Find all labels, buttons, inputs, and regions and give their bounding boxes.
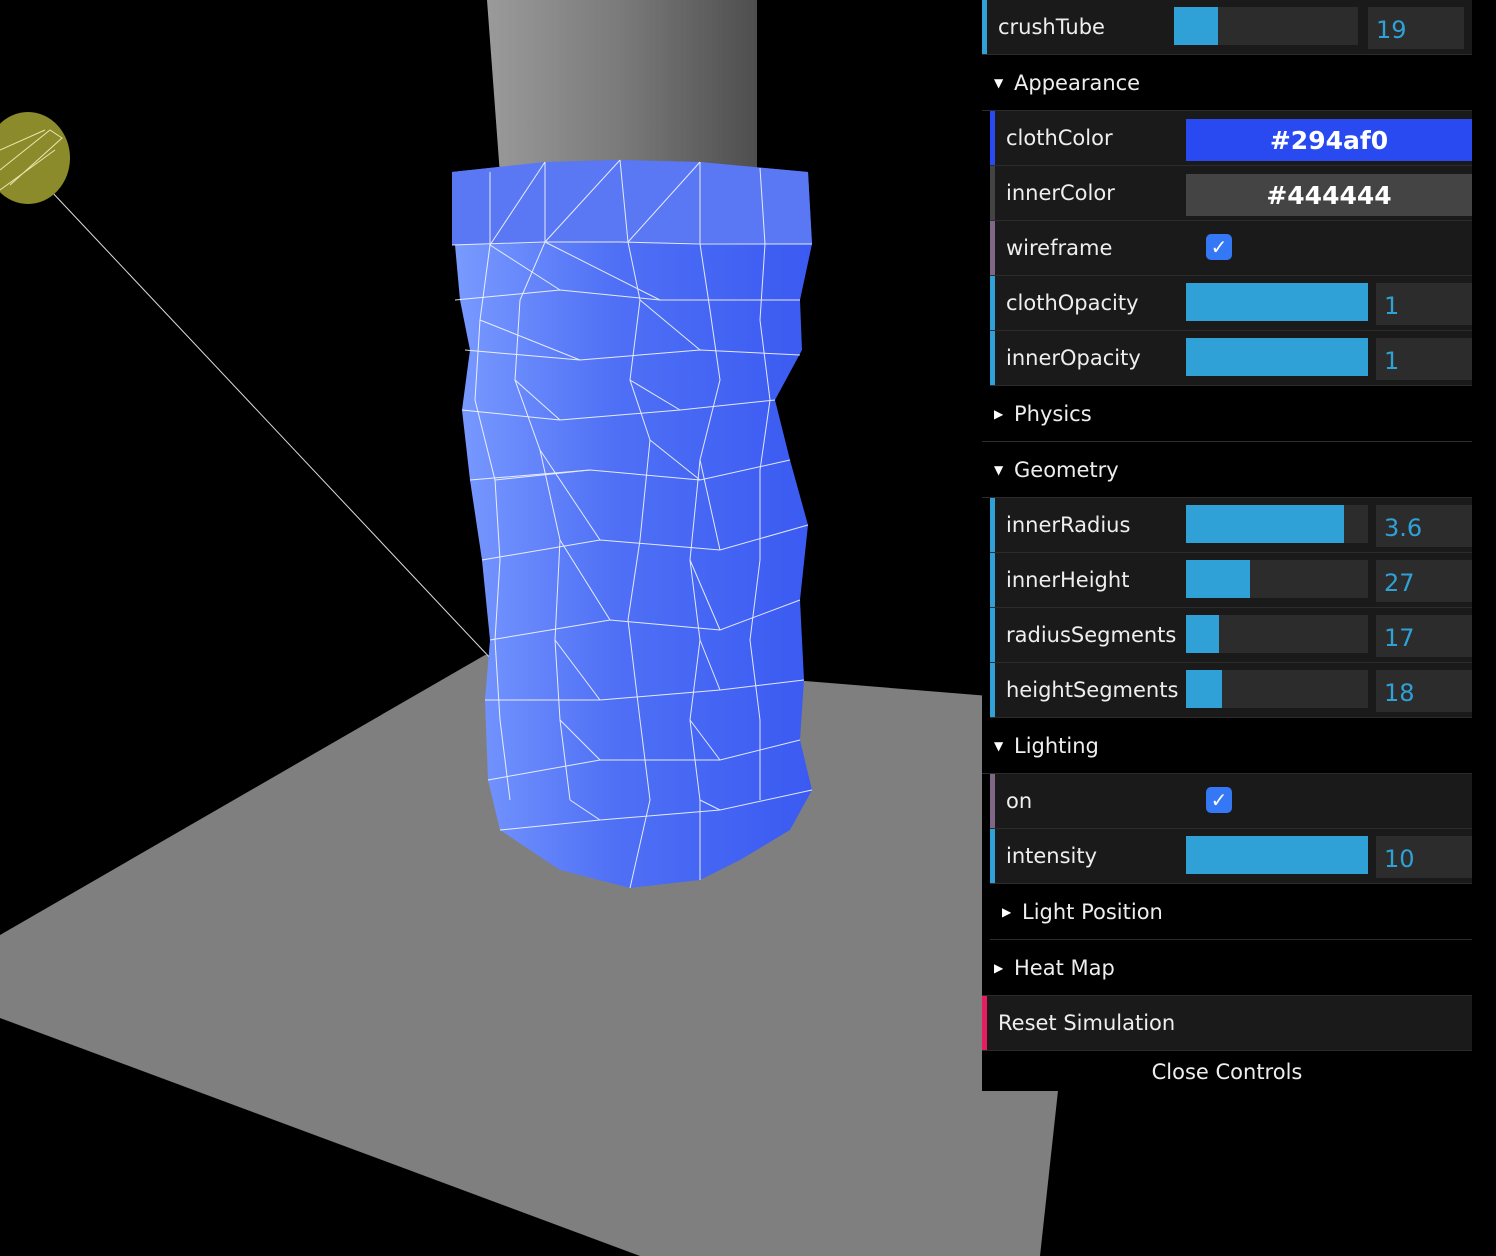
height-segments-control: heightSegments 18 — [990, 663, 1472, 718]
heat-map-folder[interactable]: ▶ Heat Map — [982, 940, 1472, 996]
inner-height-slider[interactable] — [1186, 560, 1368, 598]
reset-stripe — [982, 996, 987, 1050]
crush-tube-input[interactable]: 19 — [1368, 7, 1464, 49]
wireframe-control: wireframe ✓ — [990, 221, 1472, 276]
intensity-label: intensity — [1006, 844, 1098, 868]
cloth-opacity-input[interactable]: 1 — [1376, 283, 1472, 325]
inner-cylinder — [487, 0, 757, 175]
controls-panel: crushTube 19 ▼ Appearance clothColor #29… — [982, 0, 1472, 1091]
inner-radius-label: innerRadius — [1006, 513, 1131, 537]
intensity-stripe — [990, 829, 995, 883]
inner-height-stripe — [990, 553, 995, 607]
inner-opacity-label: innerOpacity — [1006, 346, 1141, 370]
inner-height-slider-fill — [1186, 560, 1250, 598]
inner-height-label: innerHeight — [1006, 568, 1130, 592]
inner-color-label: innerColor — [1006, 181, 1115, 205]
crush-tube-control: crushTube 19 — [982, 0, 1472, 55]
cloth-opacity-slider-fill — [1186, 283, 1368, 321]
light-on-control: on ✓ — [990, 774, 1472, 829]
inner-height-input[interactable]: 27 — [1376, 560, 1472, 602]
inner-color-swatch[interactable]: #444444 — [1186, 174, 1472, 216]
radius-segments-stripe — [990, 608, 995, 662]
cloth-color-swatch[interactable]: #294af0 — [1186, 119, 1472, 161]
inner-radius-input[interactable]: 3.6 — [1376, 505, 1472, 547]
inner-opacity-control: innerOpacity 1 — [990, 331, 1472, 386]
checkmark-icon: ✓ — [1210, 235, 1228, 259]
wireframe-label: wireframe — [1006, 236, 1113, 260]
checkmark-icon: ✓ — [1210, 788, 1228, 812]
cloth-tube — [451, 159, 813, 889]
caret-down-icon: ▼ — [994, 463, 1004, 477]
light-on-checkbox[interactable]: ✓ — [1206, 787, 1232, 813]
geometry-folder-title: Geometry — [1014, 458, 1119, 482]
cloth-opacity-label: clothOpacity — [1006, 291, 1139, 315]
appearance-folder-title: Appearance — [1014, 71, 1141, 95]
cloth-color-label: clothColor — [1006, 126, 1113, 150]
intensity-input[interactable]: 10 — [1376, 836, 1472, 878]
caret-down-icon: ▼ — [994, 76, 1004, 90]
cloth-opacity-stripe — [990, 276, 995, 330]
geometry-folder[interactable]: ▼ Geometry — [982, 442, 1472, 498]
crush-tube-stripe — [982, 0, 987, 54]
height-segments-label: heightSegments — [1006, 678, 1179, 702]
lighting-folder-title: Lighting — [1014, 734, 1099, 758]
inner-radius-slider[interactable] — [1186, 505, 1368, 543]
cloth-opacity-control: clothOpacity 1 — [990, 276, 1472, 331]
light-position-folder-title: Light Position — [1022, 900, 1163, 924]
crush-tube-slider-fill — [1174, 7, 1219, 45]
cloth-color-control: clothColor #294af0 — [990, 111, 1472, 166]
height-segments-input[interactable]: 18 — [1376, 670, 1472, 712]
height-segments-stripe — [990, 663, 995, 717]
physics-folder[interactable]: ▶ Physics — [982, 386, 1472, 442]
caret-right-icon: ▶ — [1002, 905, 1012, 919]
close-controls-button[interactable]: Close Controls — [982, 1051, 1472, 1091]
reset-simulation-label: Reset Simulation — [998, 1011, 1176, 1035]
crush-tube-label: crushTube — [998, 15, 1105, 39]
appearance-folder[interactable]: ▼ Appearance — [982, 55, 1472, 111]
height-segments-slider[interactable] — [1186, 670, 1368, 708]
inner-radius-control: innerRadius 3.6 — [990, 498, 1472, 553]
height-segments-slider-fill — [1186, 670, 1223, 708]
cloth-color-stripe — [990, 111, 995, 165]
light-direction-line — [49, 189, 493, 661]
caret-right-icon: ▶ — [994, 961, 1004, 975]
inner-opacity-input[interactable]: 1 — [1376, 338, 1472, 380]
inner-height-control: innerHeight 27 — [990, 553, 1472, 608]
light-helper-sphere — [0, 112, 70, 204]
radius-segments-slider-fill — [1186, 615, 1219, 653]
radius-segments-label: radiusSegments — [1006, 623, 1177, 647]
inner-radius-slider-fill — [1186, 505, 1345, 543]
physics-folder-title: Physics — [1014, 402, 1092, 426]
crush-tube-slider[interactable] — [1174, 7, 1358, 45]
heat-map-folder-title: Heat Map — [1014, 956, 1115, 980]
wireframe-checkbox[interactable]: ✓ — [1206, 234, 1232, 260]
radius-segments-control: radiusSegments 17 — [990, 608, 1472, 663]
inner-opacity-stripe — [990, 331, 995, 385]
inner-radius-stripe — [990, 498, 995, 552]
radius-segments-slider[interactable] — [1186, 615, 1368, 653]
cloth-opacity-slider[interactable] — [1186, 283, 1368, 321]
inner-color-stripe — [990, 166, 995, 220]
light-position-folder[interactable]: ▶ Light Position — [990, 884, 1472, 940]
caret-right-icon: ▶ — [994, 407, 1004, 421]
intensity-slider-fill — [1186, 836, 1368, 874]
intensity-slider[interactable] — [1186, 836, 1368, 874]
lighting-folder[interactable]: ▼ Lighting — [982, 718, 1472, 774]
light-on-stripe — [990, 774, 995, 828]
intensity-control: intensity 10 — [990, 829, 1472, 884]
wireframe-stripe — [990, 221, 995, 275]
radius-segments-input[interactable]: 17 — [1376, 615, 1472, 657]
light-on-label: on — [1006, 789, 1033, 813]
reset-simulation-button[interactable]: Reset Simulation — [982, 996, 1472, 1051]
caret-down-icon: ▼ — [994, 739, 1004, 753]
inner-opacity-slider-fill — [1186, 338, 1368, 376]
inner-opacity-slider[interactable] — [1186, 338, 1368, 376]
inner-color-control: innerColor #444444 — [990, 166, 1472, 221]
